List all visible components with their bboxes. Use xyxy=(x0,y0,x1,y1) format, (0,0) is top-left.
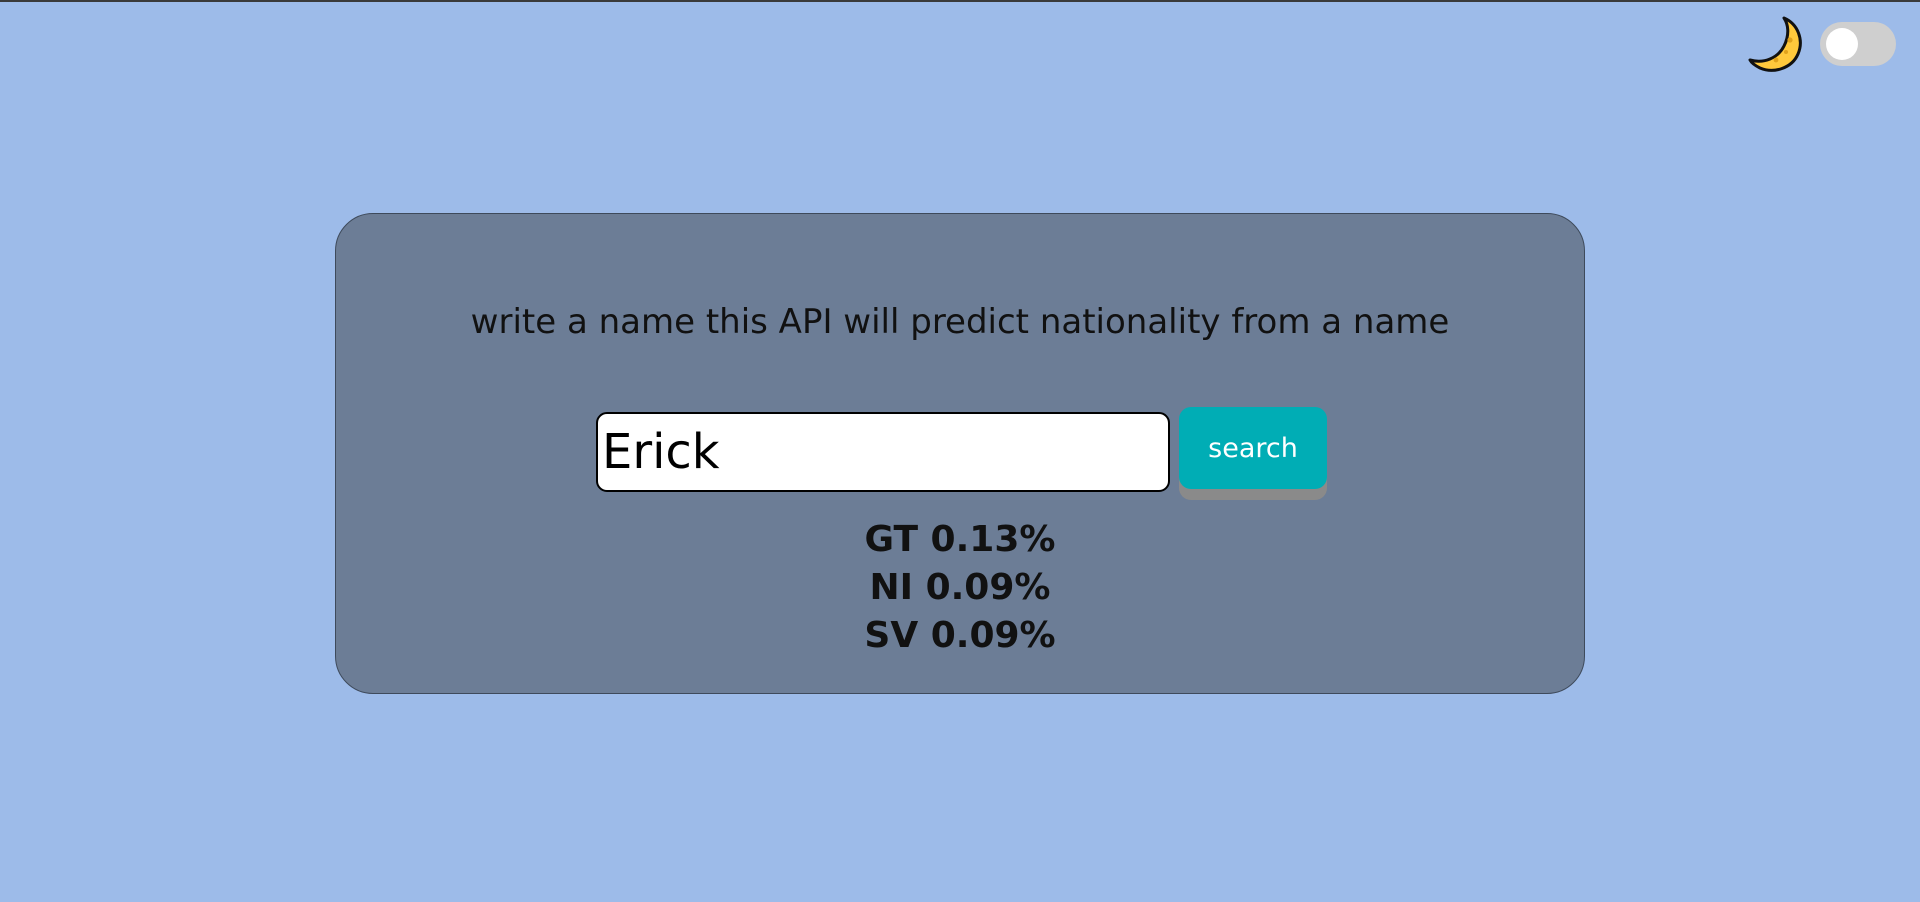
result-item: GT 0.13% xyxy=(864,519,1056,560)
main-card: write a name this API will predict natio… xyxy=(335,213,1585,694)
results-list: GT 0.13% NI 0.09% SV 0.09% xyxy=(336,516,1584,660)
toggle-knob xyxy=(1826,28,1858,60)
headline: write a name this API will predict natio… xyxy=(470,302,1450,342)
crescent-moon-icon xyxy=(1748,16,1802,72)
dark-mode-toggle[interactable] xyxy=(1820,22,1896,66)
theme-controls xyxy=(1746,14,1896,74)
search-button[interactable]: search xyxy=(1179,407,1327,489)
result-item: SV 0.09% xyxy=(864,615,1056,656)
result-item: NI 0.09% xyxy=(869,567,1051,608)
search-row: search xyxy=(336,407,1584,499)
name-input[interactable] xyxy=(596,412,1170,492)
